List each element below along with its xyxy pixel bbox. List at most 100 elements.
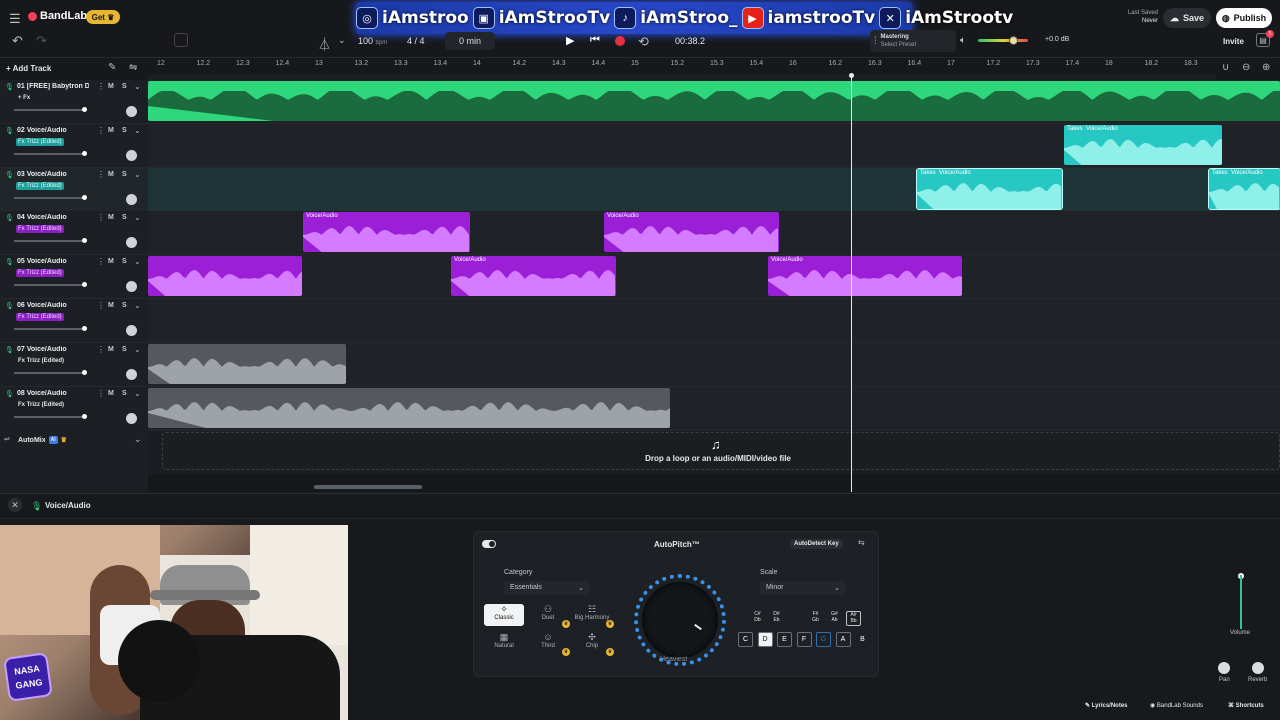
autodetect-key-button[interactable]: AutoDetect Key	[790, 539, 843, 549]
autopitch-toggle[interactable]	[482, 540, 496, 548]
horizontal-scrollbar[interactable]	[314, 485, 422, 489]
pitch-knob[interactable]	[642, 582, 718, 658]
track-lane-06[interactable]	[148, 299, 1280, 343]
undo-icon[interactable]: ↶	[12, 33, 23, 49]
track-name[interactable]: Voice/Audio	[27, 302, 67, 309]
key-sharp-button[interactable]: A# Bb	[846, 611, 861, 626]
track-fx-button[interactable]: Fx Trizz (Edited)	[16, 401, 66, 409]
takes-label[interactable]: Takes	[1067, 126, 1083, 132]
chevron-down-icon[interactable]: ⌄	[134, 345, 141, 354]
takes-label[interactable]: Takes	[1212, 170, 1228, 176]
track-fx-button[interactable]: Fx Trizz (Edited)	[16, 181, 64, 190]
track-lane-04[interactable]: Voice/Audio Voice/Audio	[148, 211, 1280, 256]
solo-button[interactable]: S	[122, 171, 127, 178]
audio-clip[interactable]: Voice/Audio	[604, 212, 779, 253]
mute-button[interactable]: M	[108, 346, 114, 353]
redo-icon[interactable]: ↷	[36, 33, 47, 49]
track-pan-knob[interactable]	[126, 281, 137, 293]
audio-clip[interactable]	[148, 387, 670, 428]
track-pan-knob[interactable]	[126, 193, 137, 205]
track-volume-slider[interactable]	[14, 150, 87, 156]
track-name[interactable]: Voice/Audio	[27, 127, 67, 134]
track-lane-03[interactable]: Takes Voice/Audio Takes Voice/Audio	[148, 167, 1280, 212]
chevron-down-icon[interactable]: ⌄	[134, 170, 141, 179]
track-name[interactable]: Voice/Audio	[27, 214, 67, 221]
bandlab-sounds-button[interactable]: ◉ BandLab Sounds	[1150, 702, 1203, 709]
chevron-down-icon[interactable]: ⌄	[338, 35, 346, 46]
solo-button[interactable]: S	[122, 390, 127, 397]
track-volume-slider[interactable]	[14, 238, 87, 244]
pencil-icon[interactable]: ✎	[108, 62, 116, 73]
chevron-down-icon[interactable]: ⌄	[134, 126, 141, 135]
track-header-08[interactable]: 🎙︎ 08 Voice/Audio Fx Trizz (Edited) ⋮ M S ⌄	[0, 386, 148, 431]
key-button-a[interactable]: A	[835, 632, 851, 647]
track-pan-knob[interactable]	[126, 325, 137, 336]
audio-clip[interactable]: Voice/Audio	[451, 256, 616, 297]
track-name[interactable]: Voice/Audio	[27, 258, 67, 265]
track-name[interactable]: Voice/Audio	[27, 390, 67, 397]
key-sharp-button[interactable]: G# Ab	[827, 611, 842, 626]
volume-slider[interactable]	[1238, 573, 1244, 629]
category-select[interactable]: Essentials ⌄	[504, 581, 590, 595]
key-button-g[interactable]: G	[816, 632, 831, 647]
track-volume-knob[interactable]	[82, 107, 87, 112]
chevron-down-icon[interactable]: ⌄	[134, 434, 142, 445]
track-pan-knob[interactable]	[126, 149, 137, 161]
track-lane-02[interactable]: Takes Voice/Audio	[148, 123, 1280, 168]
song-length[interactable]: 0 min	[445, 32, 495, 50]
solo-button[interactable]: S	[122, 214, 127, 221]
track-pan-knob[interactable]	[126, 412, 137, 424]
record-icon[interactable]	[615, 36, 625, 46]
magnet-icon[interactable]: ∪	[1222, 62, 1229, 73]
mute-button[interactable]: M	[108, 214, 114, 221]
key-button-c[interactable]: C	[738, 632, 753, 647]
mute-button[interactable]: M	[108, 171, 114, 178]
track-header-01[interactable]: 🎙︎ 01 [FREE] Babytron D... + Fx ⋮ M S ⌄	[0, 80, 148, 124]
get-membership-button[interactable]: Get ♛	[86, 10, 120, 24]
track-fx-button[interactable]: Fx Trizz (Edited)	[16, 137, 64, 146]
track-lane-01[interactable]	[148, 80, 1280, 124]
mastering-button[interactable]: ⫶ Mastering Select Preset	[870, 30, 956, 52]
key-button-d[interactable]: D	[757, 632, 773, 647]
track-header-06[interactable]: 🎙︎ 06 Voice/Audio Fx Trizz (Edited) ⋮ M S ⌄	[0, 299, 148, 343]
track-name[interactable]: Voice/Audio	[27, 171, 67, 178]
track-volume-slider[interactable]	[14, 413, 87, 419]
solo-button[interactable]: S	[122, 127, 127, 134]
track-volume-knob[interactable]	[82, 194, 87, 200]
track-header-04[interactable]: 🎙︎ 04 Voice/Audio Fx Trizz (Edited) ⋮ M S ⌄	[0, 211, 148, 256]
track-pan-knob[interactable]	[126, 106, 137, 117]
track-fx-button[interactable]: Fx Trizz (Edited)	[16, 225, 64, 234]
audio-clip[interactable]: Takes Voice/Audio	[1064, 124, 1222, 165]
audio-clip[interactable]	[148, 81, 1280, 121]
key-sharp-button[interactable]: D# Eb	[769, 611, 784, 626]
metronome-icon[interactable]: ⏃	[318, 34, 331, 53]
track-fx-button[interactable]: Fx Trizz (Edited)	[16, 313, 64, 321]
track-volume-knob[interactable]	[82, 282, 87, 288]
track-volume-knob[interactable]	[82, 150, 87, 156]
drop-zone[interactable]: ♫ Drop a loop or an audio/MIDI/video fil…	[162, 432, 1280, 470]
track-volume-slider[interactable]	[14, 107, 87, 112]
close-icon[interactable]: ✕	[8, 498, 22, 512]
playhead[interactable]	[851, 74, 852, 492]
track-volume-knob[interactable]	[82, 413, 87, 419]
master-volume-slider[interactable]	[978, 36, 1028, 45]
track-volume-slider[interactable]	[14, 326, 87, 331]
audio-clip[interactable]: Takes Voice/Audio	[916, 167, 1063, 210]
solo-button[interactable]: S	[122, 302, 127, 309]
pan-knob[interactable]	[1218, 662, 1230, 674]
speaker-icon[interactable]: 🔈︎	[960, 35, 966, 46]
more-options-icon[interactable]: ⋮	[97, 213, 105, 222]
track-name[interactable]: [FREE] Babytron D...	[27, 83, 89, 90]
chevron-down-icon[interactable]: ⌄	[134, 257, 141, 266]
menu-icon[interactable]: ☰	[9, 11, 21, 27]
publish-button[interactable]: ◍ Publish	[1216, 8, 1272, 28]
audio-clip[interactable]: Takes Voice/Audio	[1208, 167, 1280, 210]
chevron-down-icon[interactable]: ⌄	[134, 389, 141, 398]
audio-clip[interactable]	[148, 256, 302, 297]
key-sharp-button[interactable]: F# Gb	[808, 611, 823, 626]
track-volume-slider[interactable]	[14, 369, 87, 375]
more-options-icon[interactable]: ⋮	[97, 389, 105, 398]
key-button-e[interactable]: E	[777, 632, 792, 647]
more-options-icon[interactable]: ⋮	[97, 82, 105, 91]
audio-clip[interactable]: Voice/Audio	[303, 212, 470, 253]
